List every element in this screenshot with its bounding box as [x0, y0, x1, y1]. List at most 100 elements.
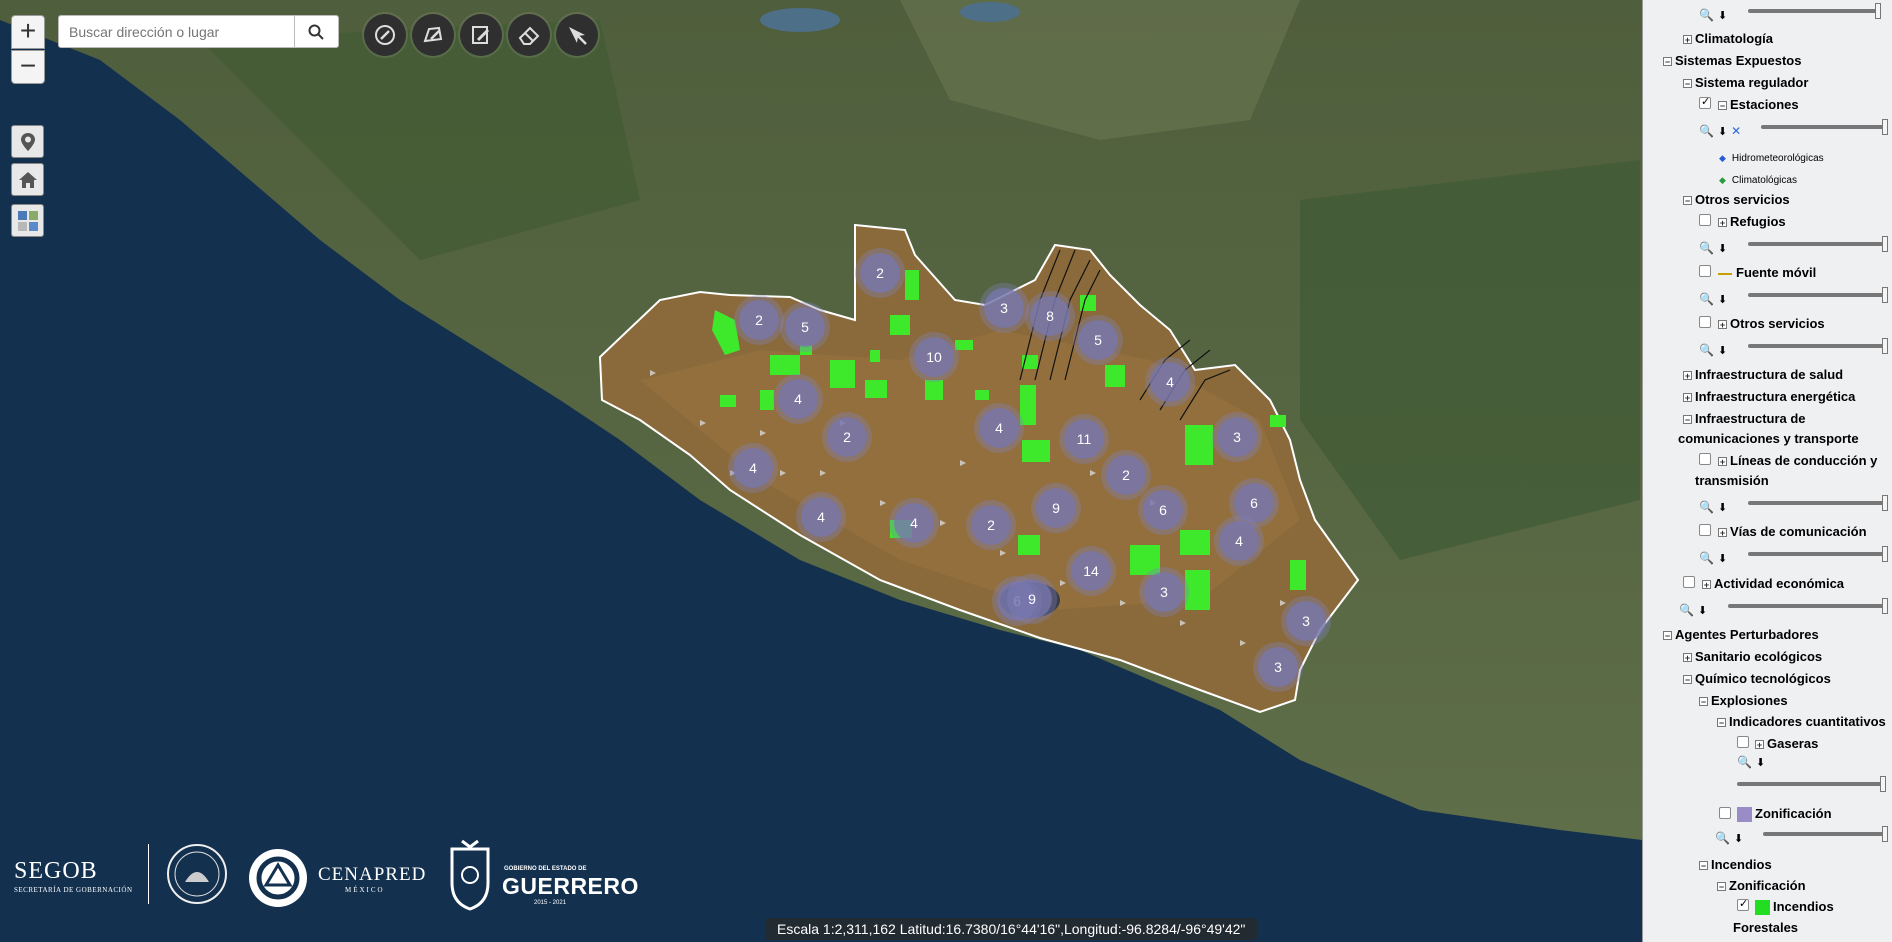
cluster-marker[interactable]: 6 [1143, 490, 1183, 530]
cluster-marker[interactable]: 4 [801, 497, 841, 537]
layer-vias[interactable]: + Vías de comunicación [1718, 524, 1867, 540]
home-button[interactable] [11, 163, 44, 196]
layer-refugios[interactable]: + Refugios [1718, 214, 1786, 230]
cluster-marker[interactable]: 2 [827, 417, 867, 457]
cluster-marker[interactable]: 11 [1064, 419, 1104, 459]
layer-estaciones[interactable]: − Estaciones [1718, 97, 1799, 113]
cluster-marker[interactable]: 3 [1286, 601, 1326, 641]
cluster-marker[interactable]: 4 [979, 408, 1019, 448]
zoom-to-layer-icon[interactable]: 🔍 [1679, 603, 1694, 617]
layers-panel[interactable]: 🔍 ⬇ + Climatología − Sistemas Expuestos − Si… [1642, 0, 1892, 942]
cluster-marker[interactable]: 3 [1258, 647, 1298, 687]
layer-checkbox-estaciones[interactable] [1699, 95, 1711, 109]
group-zonificacion-incendios[interactable]: − Zonificación [1717, 878, 1806, 894]
layer-checkbox-actividad[interactable] [1683, 576, 1695, 588]
cluster-marker[interactable]: 2 [739, 300, 779, 340]
cluster-marker[interactable]: 2 [1106, 455, 1146, 495]
cluster-toggle-icon[interactable]: ✕ [1731, 124, 1741, 138]
group-indicadores[interactable]: − Indicadores cuantitativos [1717, 714, 1886, 730]
zoom-to-layer-icon[interactable]: 🔍 [1699, 343, 1714, 357]
basemap-gallery-button[interactable] [11, 204, 44, 237]
zoom-to-layer-icon[interactable]: 🔍 [1699, 124, 1714, 138]
measure-tool-button[interactable] [364, 14, 406, 56]
opacity-slider[interactable] [1748, 3, 1881, 19]
zoom-to-layer-icon[interactable]: 🔍 [1699, 8, 1714, 22]
download-icon[interactable]: ⬇ [1718, 10, 1727, 22]
opacity-slider[interactable] [1761, 119, 1888, 135]
opacity-slider[interactable] [1763, 826, 1888, 842]
opacity-slider[interactable] [1748, 495, 1888, 511]
download-icon[interactable]: ⬇ [1718, 126, 1727, 138]
cluster-marker[interactable]: 4 [733, 448, 773, 488]
layer-otros-servicios[interactable]: + Otros servicios [1718, 316, 1825, 332]
download-icon[interactable]: ⬇ [1698, 605, 1707, 617]
cluster-marker[interactable]: 4 [778, 379, 818, 419]
zoom-in-button[interactable]: + [11, 15, 45, 49]
layer-checkbox-zonificacion[interactable] [1719, 807, 1731, 819]
group-explosiones[interactable]: − Explosiones [1699, 693, 1788, 709]
cluster-marker[interactable]: 3 [1217, 417, 1257, 457]
search-button[interactable] [295, 15, 339, 48]
group-climatologia[interactable]: + Climatología [1683, 31, 1773, 47]
layer-checkbox-gaseras[interactable] [1737, 736, 1749, 748]
layer-incendios-forestales[interactable]: Incendios [1755, 899, 1834, 916]
cluster-marker[interactable]: 6 [1234, 483, 1274, 523]
group-quimico[interactable]: − Químico tecnológicos [1683, 671, 1831, 687]
download-icon[interactable]: ⬇ [1734, 833, 1743, 845]
cluster-marker[interactable]: 14 [1071, 551, 1111, 591]
layer-fuente-movil[interactable]: Fuente móvil [1718, 265, 1816, 281]
zoom-to-layer-icon[interactable]: 🔍 [1699, 292, 1714, 306]
group-infra-energetica[interactable]: + Infraestructura energética [1683, 389, 1855, 405]
group-agentes[interactable]: − Agentes Perturbadores [1663, 627, 1819, 643]
zoom-to-layer-icon[interactable]: 🔍 [1699, 241, 1714, 255]
group-incendios[interactable]: − Incendios [1699, 857, 1772, 873]
cluster-marker[interactable]: 3 [984, 288, 1024, 328]
download-icon[interactable]: ⬇ [1756, 757, 1765, 769]
group-infra-salud[interactable]: + Infraestructura de salud [1683, 367, 1843, 383]
opacity-slider[interactable] [1748, 287, 1888, 303]
location-button[interactable] [11, 125, 44, 158]
cluster-marker[interactable]: 2 [860, 253, 900, 293]
cluster-marker[interactable]: 5 [1078, 320, 1118, 360]
cluster-marker[interactable]: 4 [1219, 521, 1259, 561]
cluster-marker[interactable]: 9 [1012, 579, 1052, 619]
layer-lineas[interactable]: + Líneas de conducción y [1718, 453, 1877, 469]
download-icon[interactable]: ⬇ [1718, 294, 1727, 306]
cluster-marker[interactable]: 10 [914, 337, 954, 377]
group-infra-comunicaciones[interactable]: − Infraestructura de [1683, 411, 1806, 427]
download-icon[interactable]: ⬇ [1718, 553, 1727, 565]
search-input[interactable] [58, 15, 295, 48]
opacity-slider[interactable] [1748, 338, 1888, 354]
zoom-to-layer-icon[interactable]: 🔍 [1699, 551, 1714, 565]
map-view[interactable]: + − Buscar dirección o lugar 2 2 5 3 8 5… [0, 0, 1642, 942]
cluster-marker[interactable]: 3 [1144, 572, 1184, 612]
zoom-to-layer-icon[interactable]: 🔍 [1715, 831, 1730, 845]
opacity-slider[interactable] [1737, 776, 1886, 792]
zoom-out-button[interactable]: − [11, 50, 45, 84]
layer-checkbox-lineas[interactable] [1699, 453, 1711, 465]
download-icon[interactable]: ⬇ [1718, 345, 1727, 357]
draw-line-button[interactable] [460, 14, 502, 56]
select-tool-button[interactable] [556, 14, 598, 56]
layer-zonificacion[interactable]: Zonificación [1737, 806, 1832, 823]
zoom-to-layer-icon[interactable]: 🔍 [1737, 755, 1752, 769]
group-sistemas-expuestos[interactable]: − Sistemas Expuestos [1663, 53, 1801, 69]
group-sanitario[interactable]: + Sanitario ecológicos [1683, 649, 1822, 665]
layer-checkbox-incendios-forestales[interactable] [1737, 897, 1749, 911]
download-icon[interactable]: ⬇ [1718, 243, 1727, 255]
opacity-slider[interactable] [1748, 236, 1888, 252]
opacity-slider[interactable] [1728, 598, 1888, 614]
cluster-marker[interactable]: 5 [785, 307, 825, 347]
zoom-to-layer-icon[interactable]: 🔍 [1699, 500, 1714, 514]
layer-checkbox-refugios[interactable] [1699, 214, 1711, 226]
layer-checkbox-vias[interactable] [1699, 524, 1711, 536]
layer-actividad[interactable]: + Actividad económica [1702, 576, 1844, 592]
layer-checkbox-fuente-movil[interactable] [1699, 265, 1711, 277]
group-otros-servicios[interactable]: − Otros servicios [1683, 192, 1790, 208]
cluster-marker[interactable]: 8 [1030, 296, 1070, 336]
group-sistema-regulador[interactable]: − Sistema regulador [1683, 75, 1808, 91]
opacity-slider[interactable] [1748, 546, 1888, 562]
layer-gaseras[interactable]: + Gaseras [1755, 736, 1818, 752]
download-icon[interactable]: ⬇ [1718, 502, 1727, 514]
draw-polygon-button[interactable] [412, 14, 454, 56]
